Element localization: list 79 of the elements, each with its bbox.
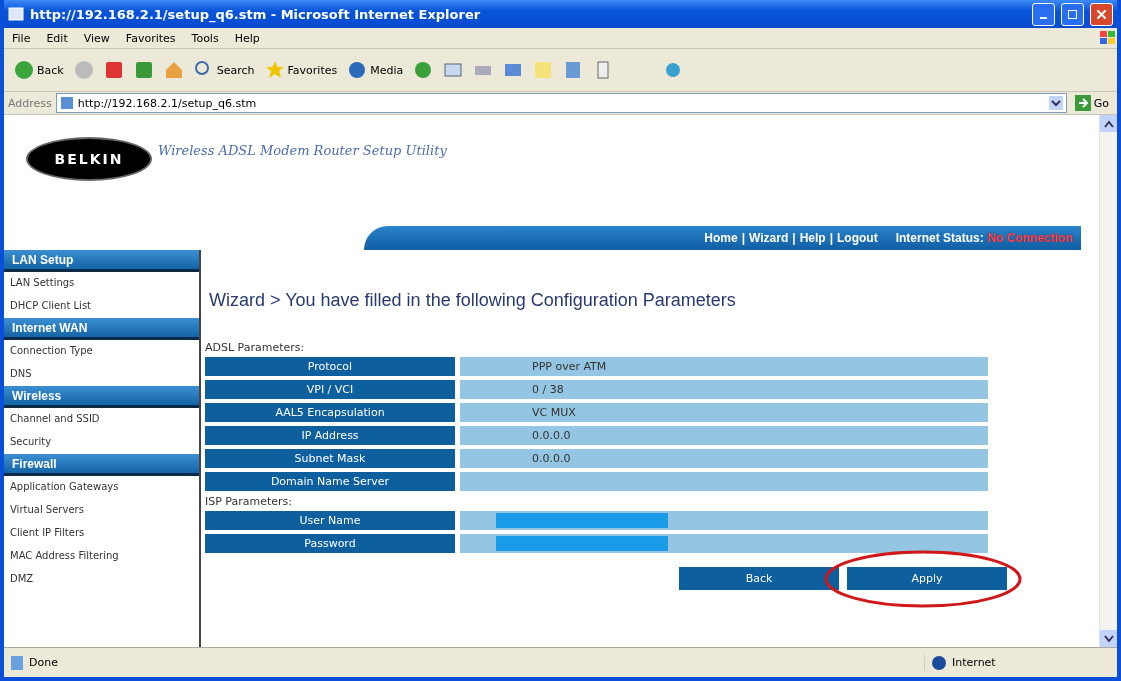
menu-item[interactable]: View [75,31,118,45]
back-button[interactable]: Back [10,60,68,80]
sidebar-item[interactable]: Connection Type [4,340,199,363]
close-button[interactable] [1090,2,1113,26]
parameter-label: Protocol [205,357,455,376]
section-title: ADSL Parameters: [205,341,306,354]
scrollbar[interactable] [1099,115,1117,647]
apply-button[interactable]: Apply [847,567,1007,590]
sidebar-item[interactable]: DMZ [4,568,199,591]
separator: | [792,231,796,245]
status-label: Internet Status: [895,231,984,245]
nav-link[interactable]: Home [704,231,738,245]
sidebar-item[interactable]: Client IP Filters [4,522,199,545]
minimize-icon [1040,16,1047,19]
menu-item[interactable]: Help [226,31,268,45]
parameter-value: 0.0.0.0 [460,426,988,445]
menu-item[interactable]: File [4,31,39,45]
page-heading: Wizard > You have filled in the following Configuration Parameters [209,290,737,311]
address-field[interactable]: http://192.168.2.1/setup_q6.stm [55,93,1067,113]
address-label: Address [8,96,52,110]
nav-link[interactable]: Help [799,231,826,245]
page-icon [10,654,24,671]
home-icon [163,60,184,80]
parameter-label: Domain Name Server [205,472,455,491]
windows-logo-icon [1099,30,1117,46]
back-button[interactable]: Back [679,567,839,590]
sidebar-item[interactable]: LAN Settings [4,272,199,295]
separator: | [829,231,833,245]
go-button[interactable]: Go [1070,95,1113,111]
sidebar-item[interactable]: MAC Address Filtering [4,545,199,568]
parameter-value: 0.0.0.0 [460,449,988,468]
parameter-value: VC MUX [460,403,988,422]
section-title: ISP Parameters: [205,495,294,508]
stop-icon [103,60,124,80]
parameter-value: 0 / 38 [460,380,988,399]
search-button[interactable]: Search [189,60,259,80]
sidebar-item[interactable]: Security [4,431,199,454]
parameter-label: User Name [205,511,455,530]
sidebar-item[interactable]: Application Gateways [4,476,199,499]
sidebar-heading: LAN Setup [4,250,199,272]
tagline: Wireless ADSL Modem Router Setup Utility [158,142,447,158]
sidebar-item[interactable]: DHCP Client List [4,295,199,318]
sidebar-heading: Wireless [4,386,199,408]
page-icon [8,6,24,22]
menu-item[interactable]: Tools [183,31,227,45]
close-icon [1097,9,1106,19]
menu-item[interactable]: Edit [38,31,76,45]
page-icon [59,96,74,110]
parameter-label: Password [205,534,455,553]
parameter-label: VPI / VCI [205,380,455,399]
parameter-label: Subnet Mask [205,449,455,468]
nav-link[interactable]: Logout [837,231,878,245]
status-text: Done [29,656,58,669]
media-button[interactable]: Media [343,60,408,80]
sidebar-item[interactable]: Virtual Servers [4,499,199,522]
menu-item[interactable]: Favorites [117,31,184,45]
separator: | [741,231,746,245]
parameter-label: AAL5 Encapsulation [205,403,455,422]
nav-link[interactable]: Wizard [749,231,789,245]
logo: BELKIN [26,137,152,181]
favorites-icon [264,60,285,80]
note-icon [533,60,554,80]
refresh-icon [133,60,154,80]
sidebar-item[interactable]: DNS [4,363,199,386]
maximize-icon [1068,9,1077,19]
maximize-button[interactable] [1061,2,1084,26]
sidebar-heading: Internet WAN [4,318,199,340]
zone-text: Internet [952,656,996,669]
parameter-label: IP Address [205,426,455,445]
scroll-down-icon[interactable] [1103,634,1114,643]
parameter-value: PPP over ATM [460,357,988,376]
favorites-button[interactable]: Favorites [260,60,342,80]
minimize-button[interactable] [1032,2,1055,26]
sidebar-item[interactable]: Channel and SSID [4,408,199,431]
status-value: No Connection [987,231,1073,245]
window-title: http://192.168.2.1/setup_q6.stm - Microsoft Internet Explorer [30,6,482,22]
dropdown-icon[interactable] [1048,96,1063,110]
scroll-up-icon[interactable] [1103,119,1114,128]
sidebar-heading: Firewall [4,454,199,476]
